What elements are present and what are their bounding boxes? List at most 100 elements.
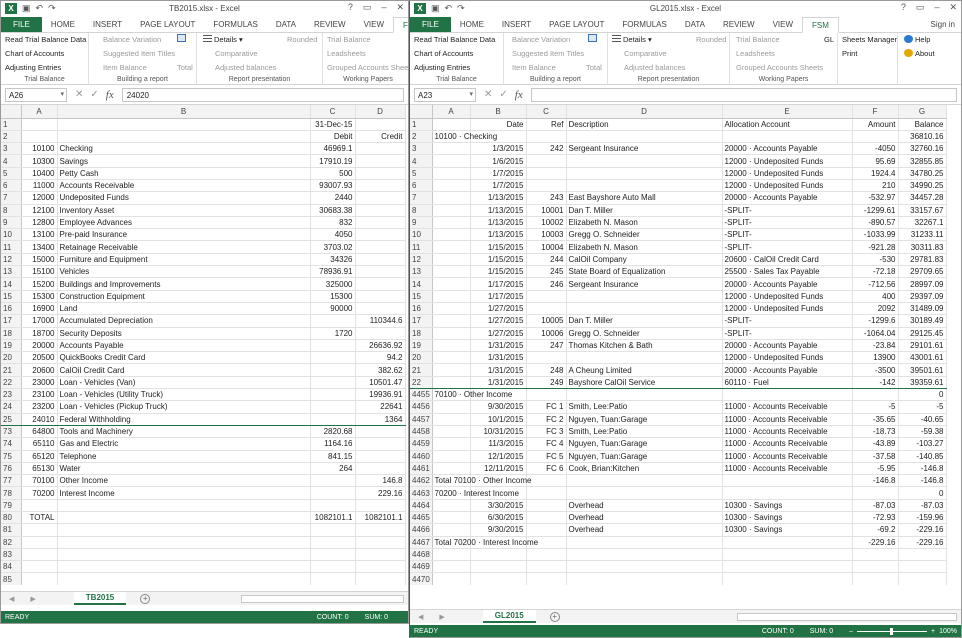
cell[interactable]: 26636.92 [355, 339, 406, 353]
cell[interactable]: 400 [852, 290, 899, 303]
cell[interactable]: 1/15/2015 [470, 240, 527, 254]
cell[interactable] [355, 450, 406, 463]
cell[interactable]: 3/30/2015 [470, 499, 527, 513]
row-header[interactable]: 4469 [410, 560, 433, 574]
sheets-manager-button[interactable]: Sheets Manager [842, 35, 897, 44]
cell[interactable]: FC 1 [526, 400, 567, 414]
cell[interactable]: 1/7/2015 [470, 179, 527, 193]
column-header-a[interactable]: A [432, 105, 471, 119]
cell[interactable] [432, 351, 471, 365]
cell[interactable]: 500 [310, 167, 356, 180]
cell[interactable]: 242 [526, 142, 567, 156]
cancel-icon[interactable]: ✕ [484, 89, 492, 100]
row-header[interactable]: 8 [1, 204, 22, 217]
cell[interactable]: 11000 · Accounts Receivable [722, 462, 853, 476]
cell[interactable]: 248 [526, 363, 567, 377]
tab-fsm[interactable]: FSM [393, 17, 408, 33]
cell[interactable] [432, 228, 471, 242]
tab-page-layout[interactable]: PAGE LAYOUT [540, 17, 613, 32]
row-header[interactable]: 18 [410, 327, 433, 340]
cell[interactable] [432, 339, 471, 353]
cell[interactable] [526, 302, 567, 316]
cell[interactable] [432, 548, 471, 562]
cell[interactable]: 64800 [21, 425, 58, 439]
row-header[interactable]: 6 [410, 179, 433, 193]
cell[interactable]: 94.2 [355, 351, 406, 365]
row-header[interactable]: 5 [1, 167, 22, 180]
cell[interactable] [852, 388, 899, 402]
cell[interactable]: East Bayshore Auto Mall [566, 191, 723, 205]
row-header[interactable]: 21 [1, 363, 22, 377]
cell[interactable]: 249 [526, 376, 567, 390]
cell[interactable] [355, 302, 406, 316]
cell[interactable]: 4050 [310, 228, 356, 242]
cell[interactable]: Balance [898, 118, 947, 131]
cell[interactable] [566, 130, 723, 144]
cell[interactable] [310, 388, 356, 402]
cell[interactable]: Federal Withholding [57, 413, 311, 426]
cell[interactable]: 10400 [21, 167, 58, 180]
row-header[interactable]: 24 [1, 400, 22, 414]
cell[interactable] [526, 511, 567, 525]
cell[interactable]: 95.69 [852, 154, 899, 168]
cell[interactable]: Bayshore CalOil Service [566, 376, 723, 390]
cell[interactable]: 1164.16 [310, 437, 356, 451]
cell[interactable]: 93007.93 [310, 179, 356, 193]
cell[interactable] [526, 548, 567, 562]
row-header[interactable]: 4 [1, 154, 22, 168]
cell[interactable]: -87.03 [852, 499, 899, 513]
cell[interactable] [355, 548, 406, 562]
cell[interactable]: -37.58 [852, 450, 899, 463]
cell[interactable] [432, 142, 471, 156]
cell[interactable]: QuickBooks Credit Card [57, 351, 311, 365]
cell[interactable] [432, 413, 471, 426]
cell[interactable]: FC 5 [526, 450, 567, 463]
row-header[interactable]: 2 [410, 130, 433, 144]
cell[interactable]: 15200 [21, 277, 58, 291]
row-header[interactable]: 2 [1, 130, 22, 144]
cell[interactable]: Ref [526, 118, 567, 131]
cell[interactable] [310, 314, 356, 328]
cell[interactable]: 28997.09 [898, 277, 947, 291]
row-header[interactable]: 78 [1, 486, 22, 500]
minimize-icon[interactable]: – [934, 2, 939, 13]
zoom-control[interactable]: – + 100% [849, 627, 957, 635]
cell[interactable]: 3703.02 [310, 240, 356, 254]
cell[interactable] [432, 572, 471, 585]
row-header[interactable]: 3 [410, 142, 433, 156]
cell[interactable]: 1/17/2015 [470, 277, 527, 291]
cell[interactable] [355, 536, 406, 549]
cell[interactable]: Accounts Payable [57, 339, 311, 353]
leadsheets-button[interactable]: Leadsheets [327, 49, 366, 58]
row-header[interactable]: 11 [410, 240, 433, 254]
cell[interactable] [355, 154, 406, 168]
cell[interactable]: 244 [526, 253, 567, 267]
zoom-in-icon[interactable]: + [931, 628, 935, 635]
cell[interactable]: Nguyen, Tuan:Garage [566, 437, 723, 451]
cell[interactable]: 43001.61 [898, 351, 947, 365]
cell[interactable]: -146.8 [898, 462, 947, 476]
cell[interactable]: -229.16 [852, 536, 899, 549]
cell[interactable] [432, 216, 471, 230]
cell[interactable] [57, 548, 311, 562]
cell[interactable]: 245 [526, 265, 567, 279]
cell[interactable]: 1924.4 [852, 167, 899, 180]
cell[interactable] [355, 437, 406, 451]
close-icon[interactable]: ✕ [949, 2, 957, 13]
cell[interactable]: 15100 [21, 265, 58, 279]
cell[interactable] [566, 179, 723, 193]
cell[interactable]: 110344.6 [355, 314, 406, 328]
cell[interactable] [57, 130, 311, 144]
cell[interactable]: 10100 [21, 142, 58, 156]
cell[interactable]: -146.8 [898, 474, 947, 488]
cell[interactable] [57, 118, 311, 131]
worksheet-grid[interactable]: A B C D E F G 1 Date Ref Description Allocation Acc… [410, 105, 961, 585]
zoom-out-icon[interactable]: – [849, 628, 853, 635]
cell[interactable] [432, 400, 471, 414]
cell[interactable]: 382.62 [355, 363, 406, 377]
zoom-level[interactable]: 100% [939, 628, 957, 635]
cell[interactable]: Employee Advances [57, 216, 311, 230]
cell[interactable] [432, 376, 471, 390]
cell[interactable]: 10501.47 [355, 376, 406, 390]
column-header-d[interactable]: D [355, 105, 406, 119]
